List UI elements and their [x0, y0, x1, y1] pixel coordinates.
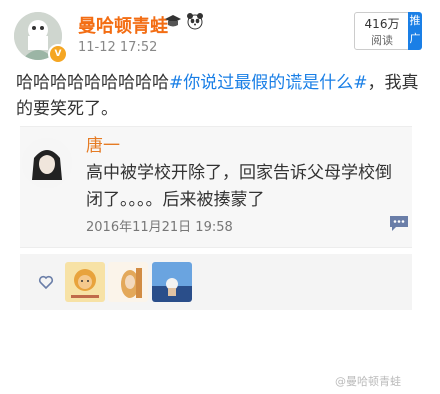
post-timestamp: 11-12 17:52	[78, 40, 158, 55]
liker-avatar[interactable]	[65, 262, 105, 302]
comment-icon[interactable]	[388, 214, 410, 232]
watermark: @曼哈顿青蛙	[335, 375, 401, 388]
quoted-text: 高中被学校开除了，回家告诉父母学校倒闭了。。。。后来被揍蒙了	[86, 163, 392, 210]
user-badges	[164, 12, 204, 30]
post-text-start: 哈哈哈哈哈哈哈哈哈	[16, 73, 169, 93]
quoted-avatar[interactable]	[22, 138, 72, 188]
quoted-username[interactable]: 唐一	[86, 131, 120, 156]
liker-avatar[interactable]	[152, 262, 192, 302]
graduation-cap-icon	[164, 12, 182, 30]
liker-avatar[interactable]	[108, 262, 148, 302]
hashtag-link[interactable]: #你说过最假的谎是什么#	[169, 73, 368, 93]
verified-v-icon: V	[48, 44, 68, 64]
views-count: 416万	[364, 17, 400, 31]
quoted-avatar-image	[22, 138, 72, 188]
heart-icon[interactable]	[38, 274, 54, 290]
promote-button[interactable]: 推广	[408, 12, 422, 50]
post-body: 哈哈哈哈哈哈哈哈哈#你说过最假的谎是什么#，我真的要笑死了。	[16, 70, 426, 122]
panda-icon	[186, 12, 204, 30]
views-counter: 416万 阅读	[354, 12, 410, 50]
views-label: 阅读	[371, 34, 393, 47]
username[interactable]: 曼哈顿青蛙	[78, 12, 168, 38]
quoted-date: 2016年11月21日 19:58	[86, 220, 233, 235]
